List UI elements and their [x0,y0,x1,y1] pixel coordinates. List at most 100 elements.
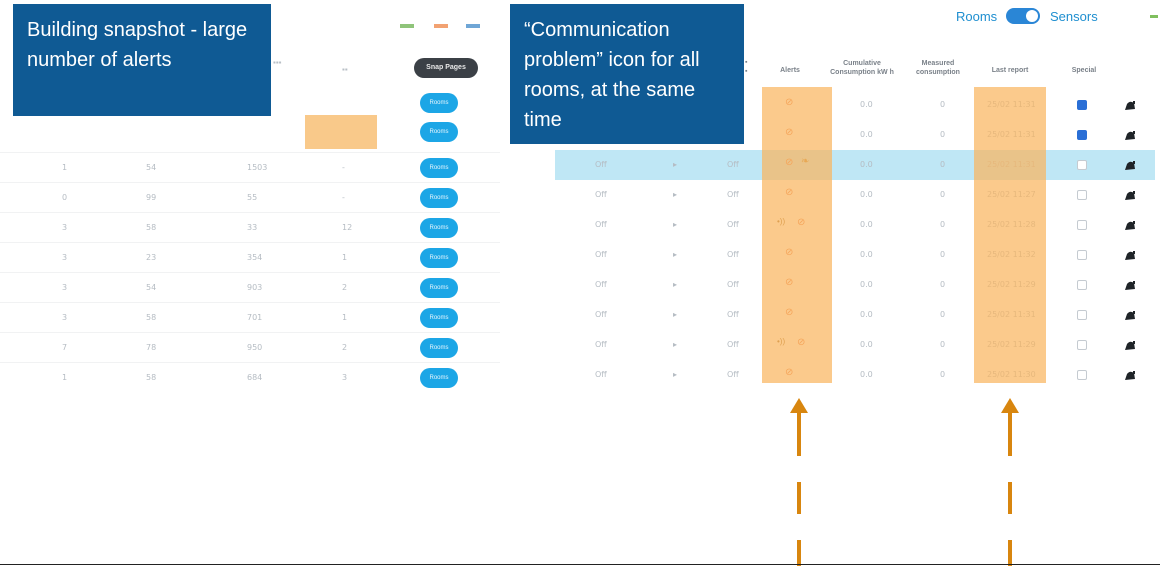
column-header-blur: ▪▪▪ [273,58,282,67]
cumulative-cell: 0.0 [860,310,873,319]
right-table-row[interactable]: Off▸Off0.0025/02 11:29⊘•)) [555,330,1155,360]
row-rooms-button[interactable]: Rooms [420,218,458,238]
left-table-cell: 58 [146,223,157,232]
right-table-row[interactable]: Off▸Off0.0025/02 11:27⊘ [555,180,1155,210]
row-rooms-button[interactable]: Rooms [420,308,458,328]
row-rooms-button[interactable]: Rooms [420,158,458,178]
right-table-row[interactable]: Off▸Off0.0025/02 11:29⊘ [555,270,1155,300]
left-table-cell: 354 [247,253,263,262]
row-rooms-button[interactable]: Rooms [420,188,458,208]
special-checkbox[interactable] [1077,280,1087,290]
legend-item-2 [434,24,448,28]
mode-cell: ▸ [673,370,678,379]
mode-cell: ▸ [673,250,678,259]
left-table-cell: 55 [247,193,258,202]
row-rooms-button[interactable]: Rooms [420,278,458,298]
special-checkbox[interactable] [1077,340,1087,350]
toggle-label-sensors: Sensors [1050,9,1098,24]
measured-cell: 0 [940,340,946,349]
bell-icon[interactable] [1123,158,1136,170]
special-checkbox[interactable] [1077,310,1087,320]
measured-cell: 0 [940,160,946,169]
left-table-row: 0 99 55 - Rooms [0,182,500,213]
right-table-row[interactable]: Off▸Off0.0025/02 11:28⊘•)) [555,210,1155,240]
bell-icon[interactable] [1123,248,1136,260]
left-table-cell: 3 [342,373,348,382]
measured-cell: 0 [940,280,946,289]
measured-cell: 0 [940,370,946,379]
row-rooms-button[interactable]: Rooms [420,368,458,388]
special-checkbox[interactable] [1077,250,1087,260]
row-rooms-button[interactable]: Rooms [420,93,458,113]
special-checkbox[interactable] [1077,100,1087,110]
arrow-up-icon [1001,398,1019,566]
left-table-cell: 950 [247,343,263,352]
toggle-knob [1026,10,1038,22]
header-last-report: Last report [991,67,1029,74]
measured-cell: 0 [940,250,946,259]
status-cell: Off [595,250,607,259]
header-measured: Measured consumption [916,60,960,76]
special-checkbox[interactable] [1077,160,1087,170]
right-table-row[interactable]: Off▸Off0.0025/02 11:30⊘ [555,360,1155,390]
cumulative-cell: 0.0 [860,100,873,109]
bottom-divider [0,564,1160,565]
row-rooms-button[interactable]: Rooms [420,248,458,268]
bell-icon[interactable] [1123,338,1136,350]
bell-icon[interactable] [1123,308,1136,320]
left-table-cell: 903 [247,283,263,292]
toggle-switch[interactable] [1006,8,1040,24]
callout-communication-problem: “Communication problem” icon for all roo… [510,4,744,144]
state-cell: Off [727,190,739,199]
measured-cell: 0 [940,220,946,229]
left-table-row: 3 23 354 1 Rooms [0,242,500,273]
left-table-cell: 3 [62,313,68,322]
left-table-cell: 1 [342,313,348,322]
cumulative-cell: 0.0 [860,130,873,139]
left-table-row: 1 58 684 3 Rooms [0,362,500,393]
state-cell: Off [727,160,739,169]
cumulative-cell: 0.0 [860,250,873,259]
bell-icon[interactable] [1123,98,1136,110]
mode-cell: ▸ [673,310,678,319]
bell-icon[interactable] [1123,128,1136,140]
left-table-cell: 2 [342,283,348,292]
cumulative-cell: 0.0 [860,280,873,289]
special-checkbox[interactable] [1077,220,1087,230]
special-checkbox[interactable] [1077,370,1087,380]
status-cell: Off [595,310,607,319]
header-partial: ▪ ▪ [745,59,748,75]
special-checkbox[interactable] [1077,190,1087,200]
left-table-cell: 33 [247,223,258,232]
left-table-cell: 78 [146,343,157,352]
arrow-up-icon [790,398,808,566]
cumulative-cell: 0.0 [860,220,873,229]
header-special: Special [1071,67,1097,74]
right-table-row[interactable]: Off▸Off0.0025/02 11:32⊘ [555,240,1155,270]
row-rooms-button[interactable]: Rooms [420,122,458,142]
left-table-cell: 3 [62,283,68,292]
cumulative-cell: 0.0 [860,340,873,349]
bell-icon[interactable] [1123,368,1136,380]
measured-cell: 0 [940,310,946,319]
row-rooms-button[interactable]: Rooms [420,338,458,358]
legend-item-1 [400,24,414,28]
legend-item-3 [466,24,480,28]
alerts-column-highlight [762,87,832,383]
mode-cell: ▸ [673,190,678,199]
right-table-row[interactable]: Off▸Off0.0025/02 11:31⊘ [555,300,1155,330]
left-table-row: 3 54 903 2 Rooms [0,272,500,303]
bell-icon[interactable] [1123,278,1136,290]
snap-pages-button[interactable]: Snap Pages [414,58,478,78]
right-table-row[interactable]: Off▸Off0.0025/02 11:31⊘❧ [555,150,1155,180]
special-checkbox[interactable] [1077,130,1087,140]
cumulative-cell: 0.0 [860,370,873,379]
bell-icon[interactable] [1123,188,1136,200]
header-alerts: Alerts [780,67,800,74]
status-cell: Off [595,220,607,229]
left-table-row: 3 58 33 12 Rooms [0,212,500,243]
left-table-cell: 0 [62,193,68,202]
measured-cell: 0 [940,100,946,109]
legend-dash [1150,15,1158,18]
bell-icon[interactable] [1123,218,1136,230]
